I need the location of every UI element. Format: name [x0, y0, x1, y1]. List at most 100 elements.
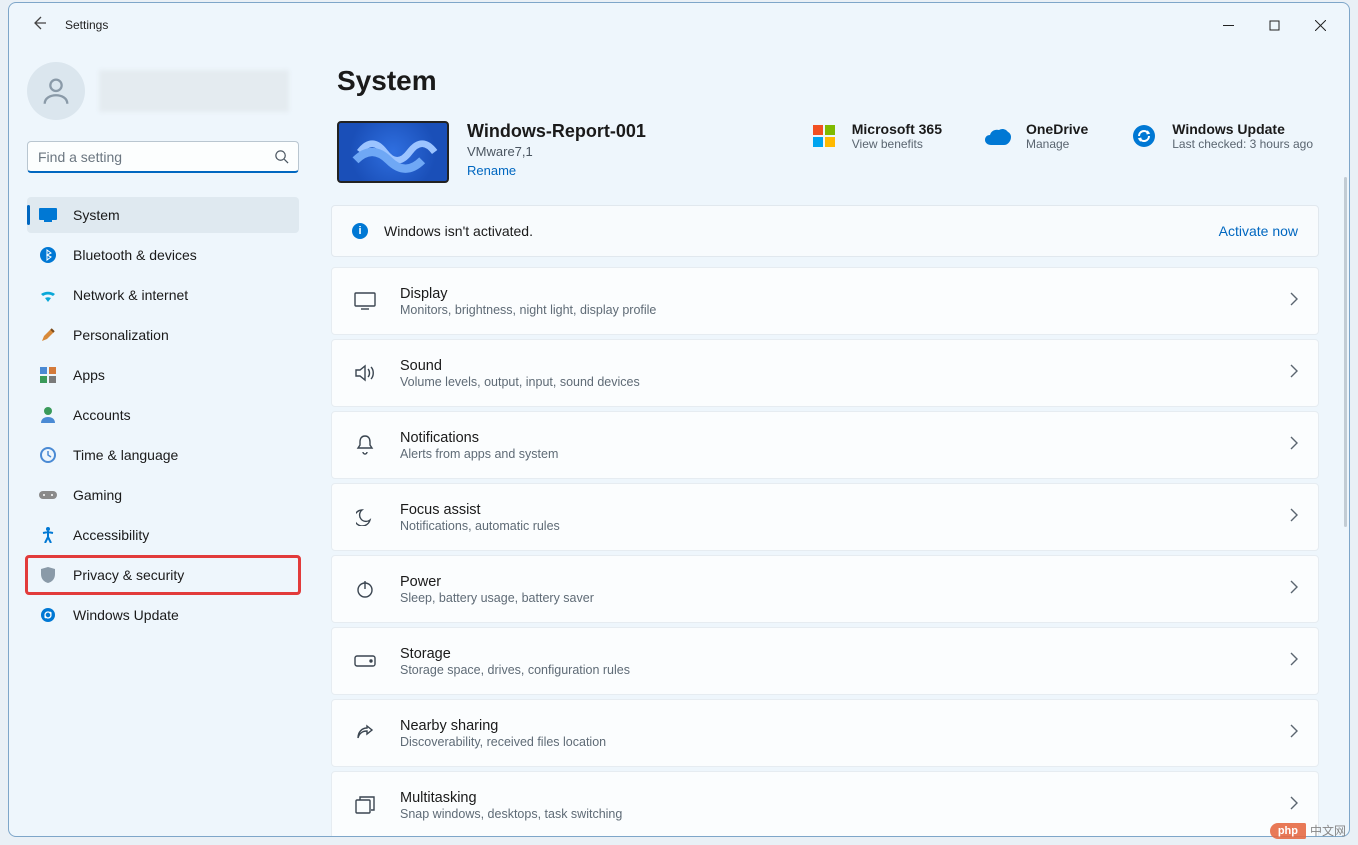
- card-sub: Storage space, drives, configuration rul…: [400, 663, 1290, 677]
- system-icon: [39, 206, 57, 224]
- sidebar-item-label: Privacy & security: [73, 567, 184, 583]
- minimize-button[interactable]: [1205, 9, 1251, 41]
- sidebar-item-label: Accounts: [73, 407, 131, 423]
- search-input[interactable]: [27, 141, 299, 173]
- sidebar-item-label: Network & internet: [73, 287, 188, 303]
- paintbrush-icon: [39, 326, 57, 344]
- banner-text: Windows isn't activated.: [384, 223, 533, 239]
- card-notifications[interactable]: NotificationsAlerts from apps and system: [331, 411, 1319, 479]
- sound-icon: [352, 364, 378, 382]
- nav: System Bluetooth & devices Network & int…: [27, 197, 299, 633]
- sidebar-item-network[interactable]: Network & internet: [27, 277, 299, 313]
- chevron-right-icon: [1290, 364, 1298, 383]
- quicklink-sub: View benefits: [852, 137, 942, 151]
- power-icon: [352, 580, 378, 598]
- card-title: Display: [400, 286, 1290, 302]
- sidebar-item-personalization[interactable]: Personalization: [27, 317, 299, 353]
- card-sub: Snap windows, desktops, task switching: [400, 807, 1290, 821]
- display-icon: [352, 292, 378, 310]
- chevron-right-icon: [1290, 292, 1298, 311]
- sidebar-item-label: Bluetooth & devices: [73, 247, 197, 263]
- quicklink-windows-update[interactable]: Windows UpdateLast checked: 3 hours ago: [1130, 121, 1313, 151]
- close-button[interactable]: [1297, 9, 1343, 41]
- quicklink-onedrive[interactable]: OneDriveManage: [984, 121, 1088, 151]
- sidebar-item-gaming[interactable]: Gaming: [27, 477, 299, 513]
- card-multitasking[interactable]: MultitaskingSnap windows, desktops, task…: [331, 771, 1319, 836]
- window-title: Settings: [65, 18, 108, 32]
- activation-banner: i Windows isn't activated. Activate now: [331, 205, 1319, 257]
- main-content: System Windows-Report-001 VMware7,1 Rena…: [317, 47, 1349, 836]
- device-model: VMware7,1: [467, 144, 727, 159]
- accessibility-icon: [39, 526, 57, 544]
- card-focus-assist[interactable]: Focus assistNotifications, automatic rul…: [331, 483, 1319, 551]
- sidebar-item-label: System: [73, 207, 120, 223]
- sidebar-item-label: Gaming: [73, 487, 122, 503]
- sidebar-item-label: Windows Update: [73, 607, 179, 623]
- avatar: [27, 62, 85, 120]
- card-title: Focus assist: [400, 502, 1290, 518]
- update-icon: [39, 606, 57, 624]
- card-power[interactable]: PowerSleep, battery usage, battery saver: [331, 555, 1319, 623]
- windows-update-icon: [1130, 122, 1158, 150]
- sidebar-item-privacy-security[interactable]: Privacy & security: [27, 557, 299, 593]
- card-title: Multitasking: [400, 790, 1290, 806]
- card-sub: Discoverability, received files location: [400, 735, 1290, 749]
- microsoft-365-icon: [810, 122, 838, 150]
- clock-globe-icon: [39, 446, 57, 464]
- sidebar-item-bluetooth[interactable]: Bluetooth & devices: [27, 237, 299, 273]
- quicklink-title: Microsoft 365: [852, 121, 942, 137]
- watermark-badge: php: [1270, 823, 1306, 839]
- chevron-right-icon: [1290, 652, 1298, 671]
- sidebar-item-apps[interactable]: Apps: [27, 357, 299, 393]
- card-title: Storage: [400, 646, 1290, 662]
- sidebar-item-label: Time & language: [73, 447, 178, 463]
- card-display[interactable]: DisplayMonitors, brightness, night light…: [331, 267, 1319, 335]
- gamepad-icon: [39, 486, 57, 504]
- onedrive-icon: [984, 122, 1012, 150]
- watermark-text: 中文网: [1310, 822, 1346, 839]
- moon-icon: [352, 508, 378, 526]
- bluetooth-icon: [39, 246, 57, 264]
- account-header[interactable]: [27, 59, 299, 123]
- person-icon: [39, 406, 57, 424]
- quicklink-sub: Manage: [1026, 137, 1088, 151]
- quicklink-sub: Last checked: 3 hours ago: [1172, 137, 1313, 151]
- card-sub: Sleep, battery usage, battery saver: [400, 591, 1290, 605]
- card-storage[interactable]: StorageStorage space, drives, configurat…: [331, 627, 1319, 695]
- sidebar-item-label: Accessibility: [73, 527, 149, 543]
- multitasking-icon: [352, 796, 378, 814]
- card-sound[interactable]: SoundVolume levels, output, input, sound…: [331, 339, 1319, 407]
- apps-icon: [39, 366, 57, 384]
- chevron-right-icon: [1290, 580, 1298, 599]
- sidebar-item-accounts[interactable]: Accounts: [27, 397, 299, 433]
- card-title: Power: [400, 574, 1290, 590]
- sidebar-item-system[interactable]: System: [27, 197, 299, 233]
- sidebar-item-label: Personalization: [73, 327, 169, 343]
- account-name-redacted: [99, 70, 289, 112]
- device-row: Windows-Report-001 VMware7,1 Rename Micr…: [331, 121, 1319, 183]
- device-thumbnail[interactable]: [337, 121, 449, 183]
- back-icon[interactable]: [31, 15, 47, 36]
- sidebar-item-windows-update[interactable]: Windows Update: [27, 597, 299, 633]
- card-nearby-sharing[interactable]: Nearby sharingDiscoverability, received …: [331, 699, 1319, 767]
- bell-icon: [352, 435, 378, 455]
- card-sub: Notifications, automatic rules: [400, 519, 1290, 533]
- sidebar-item-label: Apps: [73, 367, 105, 383]
- chevron-right-icon: [1290, 796, 1298, 815]
- quicklink-m365[interactable]: Microsoft 365View benefits: [810, 121, 942, 151]
- sidebar-item-accessibility[interactable]: Accessibility: [27, 517, 299, 553]
- activate-now-link[interactable]: Activate now: [1219, 223, 1298, 239]
- wifi-icon: [39, 286, 57, 304]
- scrollbar[interactable]: [1344, 177, 1347, 527]
- maximize-button[interactable]: [1251, 9, 1297, 41]
- device-name: Windows-Report-001: [467, 121, 727, 142]
- share-icon: [352, 723, 378, 743]
- shield-icon: [39, 566, 57, 584]
- quicklink-title: OneDrive: [1026, 121, 1088, 137]
- chevron-right-icon: [1290, 508, 1298, 527]
- rename-link[interactable]: Rename: [467, 163, 516, 178]
- watermark: php 中文网: [1270, 822, 1346, 839]
- sidebar-item-time-language[interactable]: Time & language: [27, 437, 299, 473]
- card-sub: Volume levels, output, input, sound devi…: [400, 375, 1290, 389]
- card-title: Nearby sharing: [400, 718, 1290, 734]
